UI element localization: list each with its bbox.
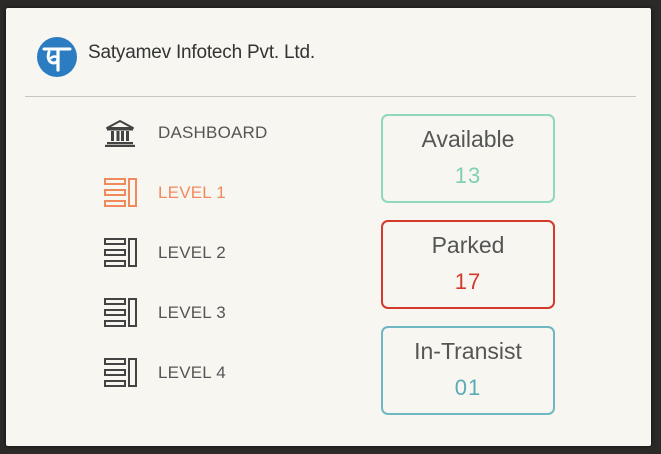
nav-item-level-3[interactable]: LEVEL 3 — [104, 296, 226, 330]
nav-item-label: LEVEL 2 — [158, 243, 226, 262]
company-name: Satyamev Infotech Pvt. Ltd. — [88, 42, 315, 63]
card-value: 01 — [454, 375, 482, 400]
level-icon — [104, 236, 140, 270]
card-title: Parked — [431, 232, 505, 258]
parked-card[interactable]: Parked 17 — [381, 220, 555, 309]
level-icon — [104, 296, 140, 330]
in-transit-card[interactable]: In-Transist 01 — [381, 326, 555, 415]
level-icon — [104, 356, 140, 390]
bank-icon — [104, 116, 140, 150]
nav-item-label: DASHBOARD — [158, 123, 268, 142]
card-value: 13 — [454, 163, 482, 188]
nav-item-label: LEVEL 4 — [158, 363, 226, 382]
card-title: Available — [421, 126, 515, 152]
nav-item-level-4[interactable]: LEVEL 4 — [104, 356, 226, 390]
app-window: Satyamev Infotech Pvt. Ltd. DASHBOARD LE… — [6, 8, 651, 446]
nav-item-label: LEVEL 1 — [158, 183, 226, 202]
satyamev-logo-icon — [37, 37, 77, 77]
card-value: 17 — [454, 269, 482, 294]
card-title: In-Transist — [414, 338, 522, 364]
nav-item-dashboard[interactable]: DASHBOARD — [104, 116, 268, 150]
available-card[interactable]: Available 13 — [381, 114, 555, 203]
nav-item-label: LEVEL 3 — [158, 303, 226, 322]
header-divider — [25, 96, 636, 97]
level-icon — [104, 176, 140, 210]
nav-item-level-2[interactable]: LEVEL 2 — [104, 236, 226, 270]
nav-item-level-1[interactable]: LEVEL 1 — [104, 176, 226, 210]
